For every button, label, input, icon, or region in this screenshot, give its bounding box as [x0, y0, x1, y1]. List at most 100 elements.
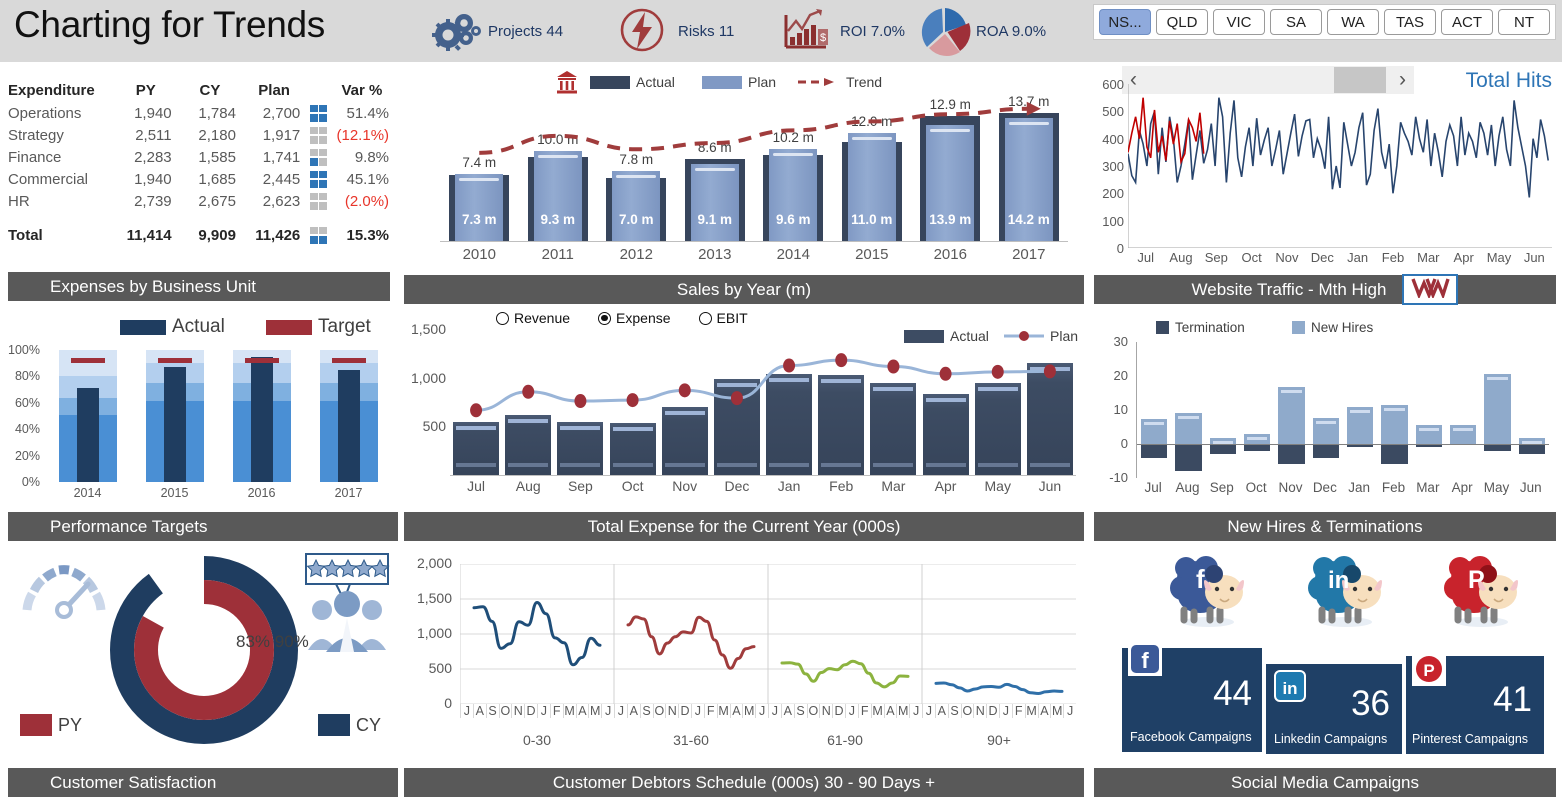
nh-x-label: Jun — [1519, 480, 1542, 495]
state-tab-act[interactable]: ACT — [1441, 9, 1493, 35]
state-tab-vic[interactable]: VIC — [1213, 9, 1265, 35]
cell-variance: 51.4% — [346, 104, 390, 122]
db-month-tick: J — [601, 704, 614, 718]
pt-actual-bar — [337, 369, 360, 482]
table-row: HR 2,739 2,675 2,623 (2.0%) — [8, 190, 393, 212]
nh-x-label: May — [1483, 480, 1510, 495]
db-y-tick: 1,500 — [416, 590, 452, 606]
cell-cy: 2,180 — [198, 126, 236, 144]
cell-variance: (12.1%) — [336, 126, 390, 144]
db-month-tick: J — [691, 704, 704, 718]
nh-termination-bar — [1175, 444, 1202, 472]
cell-cy: 1,585 — [198, 148, 236, 166]
radio-ebit-icon[interactable] — [698, 311, 712, 325]
radio-revenue-icon[interactable] — [496, 311, 509, 325]
bar-highlight — [716, 382, 757, 387]
legend-label-termination: Termination — [1175, 320, 1245, 335]
bar-highlight — [1384, 407, 1405, 411]
nh-zero-line — [1137, 444, 1549, 445]
nh-termination-bar — [1484, 444, 1511, 451]
nh-x-label: Oct — [1245, 480, 1267, 495]
expenditure-table: Expenditure PY CY Plan Var % Operations 1… — [8, 78, 393, 246]
state-tab-nsw[interactable]: NS... — [1099, 9, 1151, 35]
bar-highlight — [1315, 421, 1336, 425]
db-panel-label: 61-90 — [827, 732, 863, 748]
bar-highlight — [1008, 121, 1049, 125]
svg-text:f: f — [1196, 564, 1205, 594]
radio-expense-icon[interactable] — [598, 311, 612, 325]
bar-highlight — [694, 167, 735, 171]
legend-swatch-pt-actual — [120, 319, 166, 335]
kpi-risks[interactable]: Risks 11 — [618, 0, 734, 62]
sales-x-label: 2012 — [619, 246, 653, 263]
state-tab-nt[interactable]: NT — [1498, 9, 1550, 35]
website-traffic-chart: ‹ › Total Hits 600 500 400 300 200 100 0 Jul Au… — [1094, 64, 1556, 272]
db-month-tick: M — [716, 704, 729, 718]
panel-title-expenses: Expenses by Business Unit — [8, 272, 390, 301]
social-tile-linkedin[interactable]: in 36 Linkedin Campaigns — [1266, 664, 1402, 754]
traffic-x-label: Jul — [1137, 250, 1154, 265]
cell-py: 2,739 — [134, 192, 172, 210]
pinterest-sheep-icon: P — [1436, 552, 1528, 633]
cell-py: 2,283 — [134, 148, 172, 166]
db-month-tick: M — [562, 704, 575, 718]
linkedin-sheep-icon: in — [1300, 552, 1392, 633]
cell-plan: 2,623 — [262, 192, 301, 210]
bar-highlight — [1487, 376, 1508, 380]
bar-highlight — [1281, 389, 1302, 393]
bar-highlight — [925, 397, 966, 402]
radio-expense[interactable]: Expense — [598, 310, 671, 326]
sales-plan-label: 13.7 m — [1008, 94, 1050, 110]
te-x-label: Jan — [777, 478, 801, 494]
te-x-label: Jul — [467, 478, 486, 494]
state-tab-tas[interactable]: TAS — [1384, 9, 1436, 35]
sales-plan-label: 8.6 m — [697, 140, 732, 156]
te-x-label: May — [984, 478, 1011, 494]
performance-targets-chart: Actual Target 100% 80% 60% 40% 20% 0% 2014 201… — [8, 308, 398, 512]
db-month-tick: M — [1050, 704, 1063, 718]
bar-highlight — [873, 387, 914, 392]
db-y-tick: 500 — [428, 660, 452, 676]
svg-text:P: P — [1423, 661, 1434, 680]
sales-by-year-chart: Actual Plan Trend 7.3 m 7.4 m 9.3 m 10.0 m 7… — [404, 66, 1084, 272]
social-tile-facebook[interactable]: f 44 Facebook Campaigns — [1122, 642, 1262, 752]
traffic-x-label: Mar — [1417, 250, 1440, 265]
legend-label-py: PY — [58, 714, 83, 735]
table-row: Commercial 1,940 1,685 2,445 45.1% — [8, 168, 393, 190]
sales-plan-label: 7.4 m — [462, 155, 497, 171]
db-month-tick: O — [498, 704, 512, 718]
nh-x-label: Jan — [1348, 480, 1371, 495]
facebook-caption: Facebook Campaigns — [1130, 730, 1252, 744]
kpi-roa[interactable]: ROA 9.0% — [916, 0, 1046, 62]
state-tab-qld[interactable]: QLD — [1156, 9, 1208, 35]
pt-y-tick: 20% — [14, 448, 40, 463]
te-actual-bar — [870, 383, 917, 475]
db-month-tick: M — [588, 704, 601, 718]
radio-ebit[interactable]: EBIT — [698, 310, 748, 326]
radio-revenue[interactable]: Revenue — [496, 310, 570, 326]
sales-bar-group: 11.0 m 12.0 m — [841, 97, 902, 241]
state-tab-sa[interactable]: SA — [1270, 9, 1322, 35]
panel-title-total-expense: Total Expense for the Current Year (000s… — [404, 512, 1084, 541]
kpi-projects[interactable]: Projects 44 — [428, 0, 563, 62]
db-month-tick: F — [1011, 704, 1025, 718]
bar-highlight — [616, 174, 657, 178]
db-month-tick: J — [1063, 704, 1076, 718]
bar-highlight — [508, 418, 549, 423]
kpi-roi[interactable]: $ ROI 7.0% — [780, 0, 905, 62]
sales-actual-label: 7.3 m — [461, 212, 497, 227]
nh-termination-bar — [1278, 444, 1305, 465]
pt-target-marker — [331, 358, 366, 364]
pt-x-label: 2017 — [334, 486, 363, 500]
state-tab-wa[interactable]: WA — [1327, 9, 1379, 35]
te-actual-bar — [713, 378, 760, 475]
cell-py: 2,511 — [135, 126, 172, 144]
legend-swatch-pt-target — [266, 319, 312, 335]
nh-y-tick: 0 — [1120, 436, 1128, 451]
col-var: Var % — [341, 81, 383, 99]
te-x-label: Mar — [881, 478, 906, 494]
social-tile-pinterest[interactable]: P 41 Pinterest Campaigns — [1406, 652, 1544, 754]
variance-quad-icon — [306, 126, 330, 144]
legend-label-pt-actual: Actual — [172, 316, 225, 337]
sales-bar-group: 7.0 m 7.8 m — [606, 97, 667, 241]
